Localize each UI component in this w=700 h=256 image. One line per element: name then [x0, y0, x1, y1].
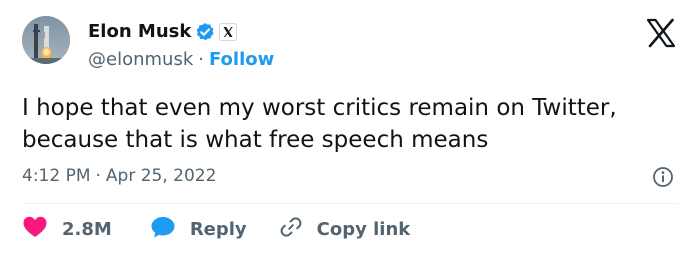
separator-dot: · — [95, 166, 101, 186]
follow-button[interactable]: Follow — [209, 49, 274, 70]
copy-link-button[interactable]: Copy link — [279, 215, 411, 244]
tweet-text: I hope that even my worst critics remain… — [22, 95, 617, 153]
separator-dot: · — [198, 49, 204, 70]
action-bar: 2.8M Reply Copy link — [22, 214, 410, 244]
info-icon[interactable] — [652, 166, 674, 188]
author-handle[interactable]: @elonmusk — [88, 49, 193, 70]
verified-badge-icon — [195, 22, 215, 42]
tweet-date: Apr 25, 2022 — [105, 166, 217, 186]
author-display-name[interactable]: Elon Musk — [88, 20, 191, 44]
like-button[interactable]: 2.8M — [22, 215, 112, 244]
reply-button[interactable]: Reply — [150, 215, 247, 244]
x-affiliate-badge-icon — [219, 23, 238, 41]
avatar[interactable] — [22, 16, 70, 64]
link-icon — [279, 215, 303, 244]
likes-count: 2.8M — [62, 218, 112, 240]
tweet-card: Elon Musk @elonmusk · Follow I hope that e… — [0, 0, 700, 256]
heart-icon — [22, 215, 48, 244]
speech-bubble-icon — [150, 215, 176, 244]
author-name-row: Elon Musk — [88, 20, 238, 44]
copy-link-label: Copy link — [316, 218, 411, 240]
x-logo-icon[interactable] — [646, 18, 676, 48]
tweet-timestamp[interactable]: 4:12 PM · Apr 25, 2022 — [22, 164, 216, 188]
tweet-time: 4:12 PM — [22, 166, 91, 186]
reply-label: Reply — [189, 218, 247, 240]
handle-row: @elonmusk · Follow — [88, 48, 274, 72]
divider — [22, 203, 678, 204]
